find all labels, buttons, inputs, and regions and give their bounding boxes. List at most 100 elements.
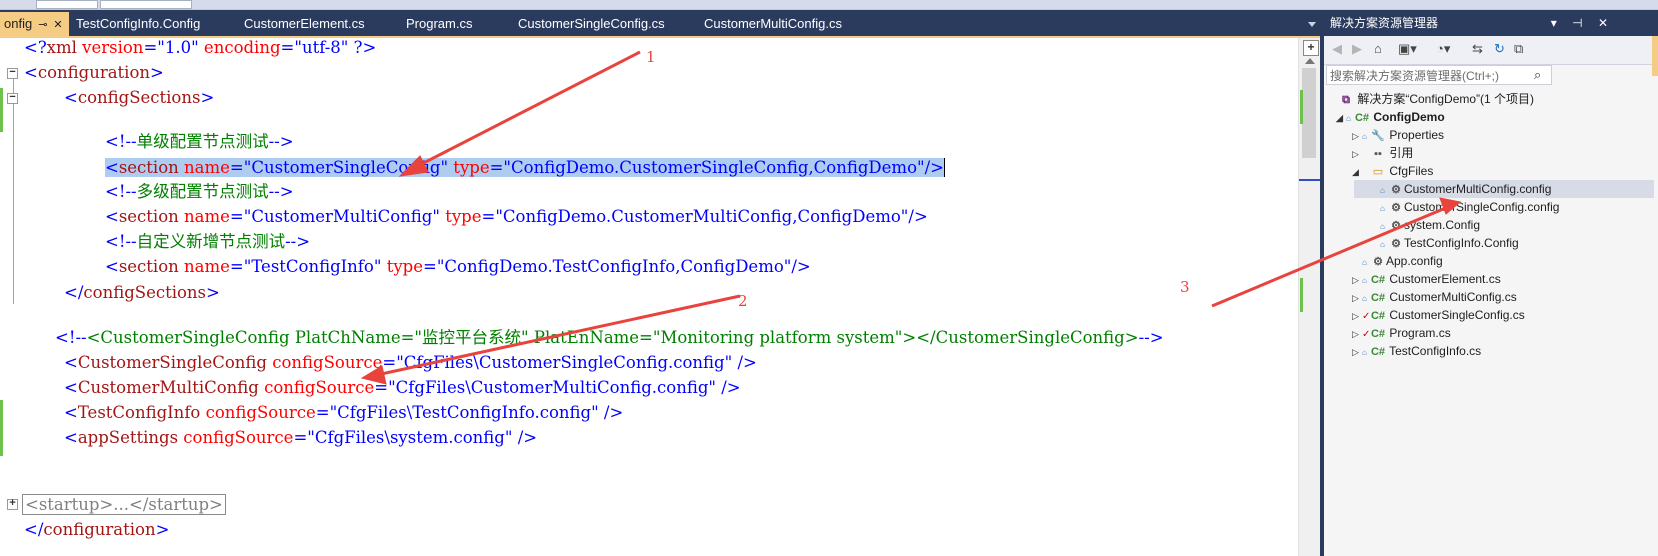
document-tab-bar: onfig ⊸ ✕ TestConfigInfo.Config CustomerEl… <box>0 10 1320 36</box>
tab-testconfiginfo-config[interactable]: TestConfigInfo.Config <box>76 13 200 35</box>
code-line-startup-collapsed[interactable]: <startup>...</startup> <box>22 493 226 517</box>
code-line-configsections-close: </configSections> <box>64 283 220 302</box>
collapsed-arrow-icon[interactable]: ▷ <box>1352 271 1362 289</box>
solution-explorer-title: 解决方案资源管理器 <box>1330 16 1439 30</box>
collapse-all-icon[interactable]: ⧉ <box>1514 41 1523 57</box>
refresh-icon[interactable]: ↻ <box>1494 41 1505 57</box>
editor-vertical-scrollbar[interactable]: + <box>1298 38 1321 556</box>
annotation-label-1: 1 <box>646 48 656 66</box>
collapsed-arrow-icon[interactable]: ▷ <box>1352 127 1362 145</box>
close-icon[interactable]: ✕ <box>53 13 62 37</box>
pin-icon[interactable]: ⊸ <box>38 13 47 37</box>
tree-item-project[interactable]: ◢ ⌂ C# ConfigDemo <box>1336 108 1445 126</box>
tree-item-testconfiginfo-cs[interactable]: ▷ ⌂ C# TestConfigInfo.cs <box>1352 342 1481 360</box>
solution-explorer-title-bar: 解决方案资源管理器 ▾ ⊣ ✕ <box>1324 10 1658 36</box>
top-toolbar-strip <box>0 0 1658 10</box>
tab-label: Program.cs <box>406 16 473 31</box>
annotation-label-3: 3 <box>1180 278 1190 296</box>
tab-app-config[interactable]: onfig ⊸ ✕ <box>0 12 69 36</box>
home-icon[interactable]: ⌂ <box>1374 41 1382 56</box>
config-file-icon: ⚙ <box>1373 256 1383 268</box>
collapse-configsections-icon[interactable]: − <box>7 93 18 104</box>
solution-explorer-search-input[interactable]: 搜索解决方案资源管理器(Ctrl+;) <box>1326 65 1552 85</box>
tab-label: CustomerMultiConfig.cs <box>704 16 842 31</box>
tree-item-customermulticonfig-config[interactable]: ⌂ ⚙ CustomerMultiConfig.config <box>1354 180 1654 198</box>
lock-icon: ⌂ <box>1362 348 1367 357</box>
scroll-up-icon[interactable] <box>1305 58 1315 64</box>
folder-icon: ▭ <box>1372 166 1384 178</box>
back-icon[interactable]: ◀ <box>1332 41 1342 57</box>
csharp-file-icon: C# <box>1370 346 1386 358</box>
csharp-file-icon: C# <box>1370 328 1386 340</box>
tree-item-app-config[interactable]: ⌂ ⚙ App.config <box>1354 252 1443 270</box>
editor-gutter: − − + <box>0 38 22 556</box>
code-line-comment-single: <!--单级配置节点测试--> <box>105 132 294 151</box>
code-line-comment-customersingleconfig: <!--<CustomerSingleConfig PlatChName="监控… <box>55 328 1164 347</box>
tab-program-cs[interactable]: Program.cs <box>406 13 472 35</box>
code-line-configuration-open: <configuration> <box>24 63 164 82</box>
tree-item-customersingleconfig-config[interactable]: ⌂ ⚙ CustomerSingleConfig.config <box>1354 198 1559 216</box>
code-editor[interactable]: − − + <?xml version="1.0" encoding="utf-… <box>0 38 1298 556</box>
forward-icon[interactable]: ▶ <box>1352 41 1362 57</box>
right-edge-tab <box>1652 36 1658 76</box>
expanded-arrow-icon[interactable]: ◢ <box>1336 109 1346 127</box>
tree-item-testconfiginfo-config[interactable]: ⌂ ⚙ TestConfigInfo.Config <box>1354 234 1519 252</box>
solution-tree: ⧉ 解决方案“ConfigDemo”(1 个项目) ◢ ⌂ C# ConfigDem… <box>1324 90 1658 556</box>
tab-list-dropdown-icon[interactable] <box>1308 22 1316 27</box>
scrollbar-change-mark <box>1300 90 1303 124</box>
sync-icon[interactable]: ⇆ <box>1472 41 1483 57</box>
collapsed-arrow-icon[interactable]: ▷ <box>1352 307 1362 325</box>
tab-customermulticonfig-cs[interactable]: CustomerMultiConfig.cs <box>704 13 842 35</box>
title-window-buttons[interactable]: ▾ ⊣ ✕ <box>1551 10 1614 36</box>
tree-item-solution[interactable]: ⧉ 解决方案“ConfigDemo”(1 个项目) <box>1328 90 1534 108</box>
tree-item-customermulticonfig-cs[interactable]: ▷ ⌂ C# CustomerMultiConfig.cs <box>1352 288 1517 306</box>
collapsed-arrow-icon[interactable]: ▷ <box>1352 145 1362 163</box>
references-icon: ▪▪ <box>1374 148 1382 160</box>
tree-item-cfgfiles[interactable]: ◢ ▭ CfgFiles <box>1352 162 1433 180</box>
code-line-comment-multi: <!--多级配置节点测试--> <box>105 182 294 201</box>
expand-startup-icon[interactable]: + <box>7 499 18 510</box>
toolbar-combo-left[interactable] <box>36 0 98 9</box>
tree-item-customersingleconfig-cs[interactable]: ▷ ✓C# CustomerSingleConfig.cs <box>1352 306 1525 324</box>
tree-item-properties[interactable]: ▷ ⌂ 🔧 Properties <box>1352 126 1444 144</box>
config-file-icon: ⚙ <box>1391 202 1401 214</box>
collapsed-arrow-icon[interactable]: ▷ <box>1352 325 1362 343</box>
tab-label: TestConfigInfo.Config <box>76 16 201 31</box>
tab-label: onfig <box>4 16 33 31</box>
pending-changes-icon[interactable]: ◔▾ <box>1436 41 1450 57</box>
switch-views-icon[interactable]: ▣▾ <box>1398 41 1417 57</box>
code-line-testconfiginfo: <TestConfigInfo configSource="CfgFiles\T… <box>64 403 624 422</box>
scrollbar-change-mark <box>1300 278 1303 312</box>
tab-customerelement-cs[interactable]: CustomerElement.cs <box>244 13 365 35</box>
tree-item-customerelement-cs[interactable]: ▷ ⌂ C# CustomerElement.cs <box>1352 270 1501 288</box>
collapsed-arrow-icon[interactable]: ▷ <box>1352 289 1362 307</box>
csharp-file-icon: C# <box>1370 292 1386 304</box>
code-line-section-multi: <section name="CustomerMultiConfig" type… <box>105 207 928 226</box>
code-line-comment-custom: <!--自定义新增节点测试--> <box>105 232 311 251</box>
search-icon[interactable]: ⌕ <box>1534 67 1541 83</box>
csharp-file-icon: C# <box>1370 310 1386 322</box>
toolbar-combo-right[interactable] <box>100 0 192 9</box>
code-line-configsections-open: <configSections> <box>64 88 215 107</box>
code-line-xml-declaration: <?xml version="1.0" encoding="utf-8" ?> <box>24 38 377 57</box>
code-line-configuration-close: </configuration> <box>24 520 170 539</box>
collapse-configuration-icon[interactable]: − <box>7 68 18 79</box>
tree-item-system-config[interactable]: ⌂ ⚙ system.Config <box>1354 216 1480 234</box>
tab-label: CustomerElement.cs <box>244 16 365 31</box>
expanded-arrow-icon[interactable]: ◢ <box>1352 163 1362 181</box>
config-file-icon: ⚙ <box>1391 220 1401 232</box>
solution-icon: ⧉ <box>1342 94 1350 106</box>
code-line-customersingleconfig: <CustomerSingleConfig configSource="CfgF… <box>64 353 757 372</box>
tree-item-program-cs[interactable]: ▷ ✓C# Program.cs <box>1352 324 1451 342</box>
csharp-file-icon: C# <box>1370 274 1386 286</box>
code-line-appsettings: <appSettings configSource="CfgFiles\syst… <box>64 428 538 447</box>
tree-item-references[interactable]: ▷ ▪▪ 引用 <box>1352 144 1413 162</box>
collapsed-arrow-icon[interactable]: ▷ <box>1352 343 1362 361</box>
ide-window: onfig ⊸ ✕ TestConfigInfo.Config CustomerEl… <box>0 0 1658 556</box>
scrollbar-thumb[interactable] <box>1302 68 1316 158</box>
change-marker <box>0 400 3 456</box>
split-window-icon[interactable]: + <box>1303 40 1319 56</box>
properties-icon: 🔧 <box>1371 130 1385 142</box>
tab-customersingleconfig-cs[interactable]: CustomerSingleConfig.cs <box>518 13 665 35</box>
config-file-icon: ⚙ <box>1391 238 1401 250</box>
